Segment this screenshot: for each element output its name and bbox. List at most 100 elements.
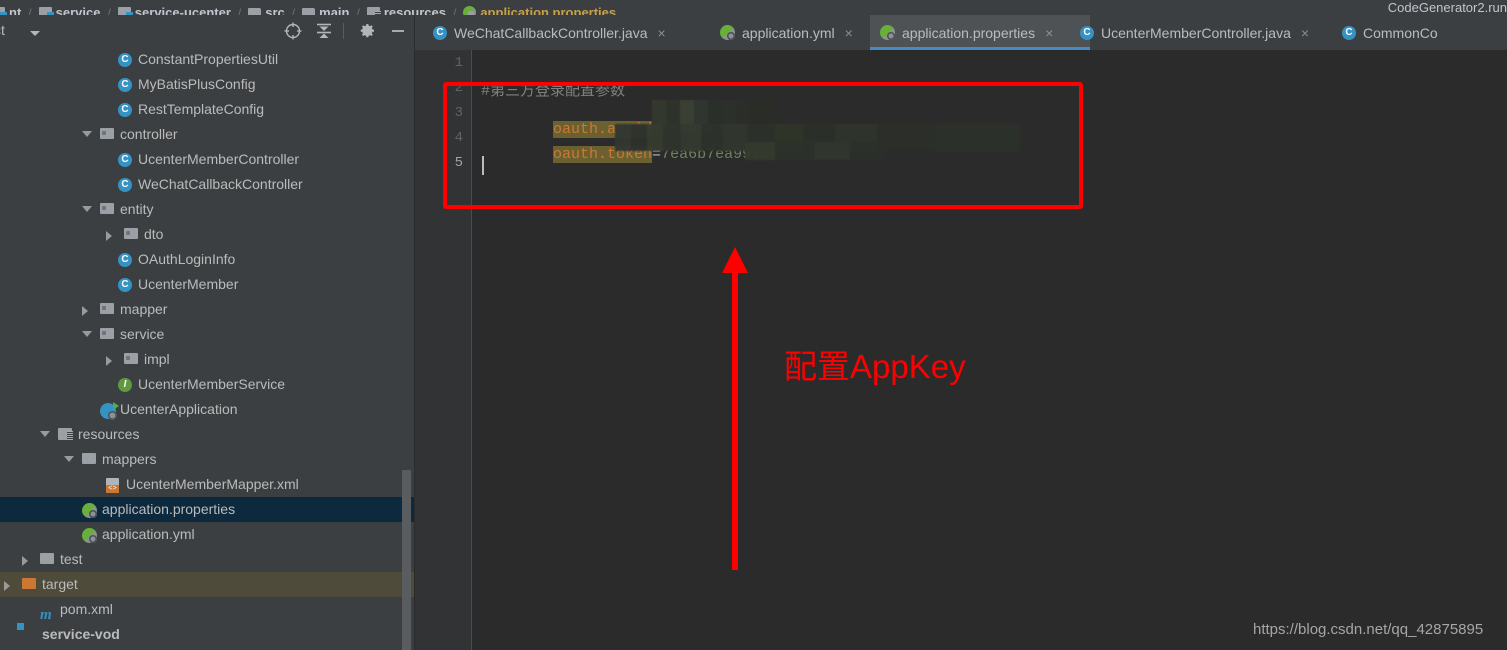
tree-item-label: RestTemplateConfig [138, 101, 265, 117]
editor-tab-label: UcenterMemberController.java [1101, 24, 1291, 41]
tree-item[interactable]: service-vod [0, 622, 415, 647]
chevron-right-icon[interactable] [106, 356, 112, 366]
tree-item[interactable]: mappers [0, 447, 415, 472]
tree-item[interactable]: UcenterMemberMapper.xml [0, 472, 415, 497]
chevron-right-icon[interactable] [4, 581, 10, 591]
collapse-all-icon[interactable] [314, 21, 334, 41]
tree-item[interactable]: mapper [0, 297, 415, 322]
tree-item[interactable]: application.yml [0, 522, 415, 547]
breadcrumb-item[interactable]: service-ucenter [117, 5, 231, 15]
breadcrumb-separator: / [107, 5, 111, 16]
tree-item[interactable]: C OAuthLoginInfo [0, 247, 415, 272]
tree-item[interactable]: service [0, 322, 415, 347]
breadcrumb-item-label: resources [383, 5, 446, 15]
toolbar-divider [343, 23, 344, 39]
editor-tab-label: CommonCo [1363, 24, 1438, 41]
close-icon[interactable]: × [1045, 26, 1053, 40]
breadcrumb-item[interactable]: resources [366, 5, 446, 15]
chevron-right-icon[interactable] [82, 306, 88, 316]
tree-item[interactable]: dto [0, 222, 415, 247]
tree-item[interactable]: controller [0, 122, 415, 147]
chevron-down-icon[interactable] [64, 456, 74, 462]
tree-item[interactable]: test [0, 547, 415, 572]
project-tree-scrollbar[interactable] [402, 470, 411, 650]
tree-item-label: dto [144, 226, 164, 242]
chevron-down-icon[interactable] [40, 431, 50, 437]
tree-item-label: controller [120, 126, 178, 142]
chevron-right-icon[interactable] [22, 556, 28, 566]
tree-item[interactable]: impl [0, 347, 415, 372]
tree-item[interactable]: m pom.xml [0, 597, 415, 623]
breadcrumb-separator: / [28, 5, 32, 16]
callout-text: 配置AppKey [784, 348, 966, 385]
tree-item-label: UcenterMemberController [138, 151, 300, 167]
breadcrumb-item[interactable]: nt [0, 5, 21, 15]
tree-item-label: ConstantPropertiesUtil [138, 51, 279, 67]
tree-item-label: application.yml [102, 526, 195, 542]
tree-item-label: mappers [102, 451, 157, 467]
hide-panel-icon[interactable] [388, 21, 408, 41]
close-icon[interactable]: × [845, 26, 853, 40]
breadcrumb-item[interactable]: application.properties [463, 5, 616, 15]
tree-item[interactable]: application.properties [0, 497, 415, 522]
tree-item[interactable]: C UcenterMemberController [0, 147, 415, 172]
spring-properties-icon [82, 503, 97, 518]
spring-properties-icon [82, 528, 97, 543]
tree-item[interactable]: resources [0, 422, 415, 447]
settings-gear-icon[interactable] [357, 21, 377, 41]
close-icon[interactable]: × [1301, 26, 1309, 40]
chevron-down-icon[interactable] [30, 31, 40, 36]
run-configuration-label: CodeGenerator2.run [1388, 0, 1507, 14]
plain-folder-icon [82, 453, 96, 464]
editor-tab[interactable]: C WeChatCallbackController.java × [423, 15, 730, 50]
tree-item[interactable]: entity [0, 197, 415, 222]
tree-item-label: OAuthLoginInfo [138, 251, 236, 267]
editor-tab[interactable]: application.properties × [870, 15, 1090, 50]
project-file-tree[interactable]: C ConstantPropertiesUtil C MyBatisPlusConfi… [0, 47, 415, 650]
tree-item-label: pom.xml [60, 601, 113, 617]
breadcrumb-separator: / [356, 5, 360, 16]
resources-folder-icon [58, 428, 73, 440]
resources-folder-icon [366, 7, 381, 15]
chevron-down-icon[interactable] [82, 331, 92, 337]
tree-item[interactable]: C RestTemplateConfig [0, 97, 415, 122]
java-class-icon: C [118, 178, 132, 192]
tree-item-label: WeChatCallbackController [138, 176, 303, 192]
close-icon[interactable]: × [658, 26, 666, 40]
breadcrumb-item-label: nt [9, 5, 22, 15]
project-panel-toolbar: ct [0, 15, 415, 48]
chevron-right-icon[interactable] [106, 231, 112, 241]
tree-item[interactable]: UcenterApplication [0, 397, 415, 422]
module-icon [0, 7, 7, 15]
package-folder-icon [100, 128, 114, 139]
breadcrumb-item[interactable]: service [38, 5, 100, 15]
breadcrumb-item[interactable]: src [248, 5, 285, 15]
editor-tab[interactable]: C CommonCo [1332, 15, 1472, 50]
callout-arrow-shaft [732, 272, 738, 570]
select-opened-file-icon[interactable] [283, 21, 303, 41]
tree-item[interactable]: target [0, 572, 415, 597]
tree-item[interactable]: C UcenterMember [0, 272, 415, 297]
package-folder-icon [100, 203, 114, 214]
tree-item[interactable]: C MyBatisPlusConfig [0, 72, 415, 97]
package-folder-icon [100, 303, 114, 314]
chevron-down-icon[interactable] [82, 131, 92, 137]
tree-item[interactable]: C ConstantPropertiesUtil [0, 47, 415, 72]
editor-tab-label: application.yml [742, 24, 835, 41]
editor-tab[interactable]: application.yml × [710, 15, 890, 50]
breadcrumb-separator: / [291, 5, 296, 16]
editor-tab[interactable]: C UcenterMemberController.java × [1070, 15, 1352, 50]
chevron-down-icon[interactable] [82, 206, 92, 212]
tree-item-label: MyBatisPlusConfig [138, 76, 256, 92]
editor-tab-bar: C WeChatCallbackController.java × applicati… [415, 15, 1507, 50]
java-class-icon: C [1342, 25, 1356, 40]
plain-folder-icon [40, 553, 54, 564]
java-class-icon: C [118, 53, 132, 67]
tree-item-label: service-vod [42, 626, 120, 642]
java-class-icon: C [118, 103, 132, 117]
tree-item[interactable]: I UcenterMemberService [0, 372, 415, 397]
callout-arrow-head [722, 247, 748, 273]
tree-item[interactable]: C WeChatCallbackController [0, 172, 415, 197]
breadcrumb-item[interactable]: main [302, 5, 349, 15]
breadcrumb-separator: / [452, 5, 457, 16]
